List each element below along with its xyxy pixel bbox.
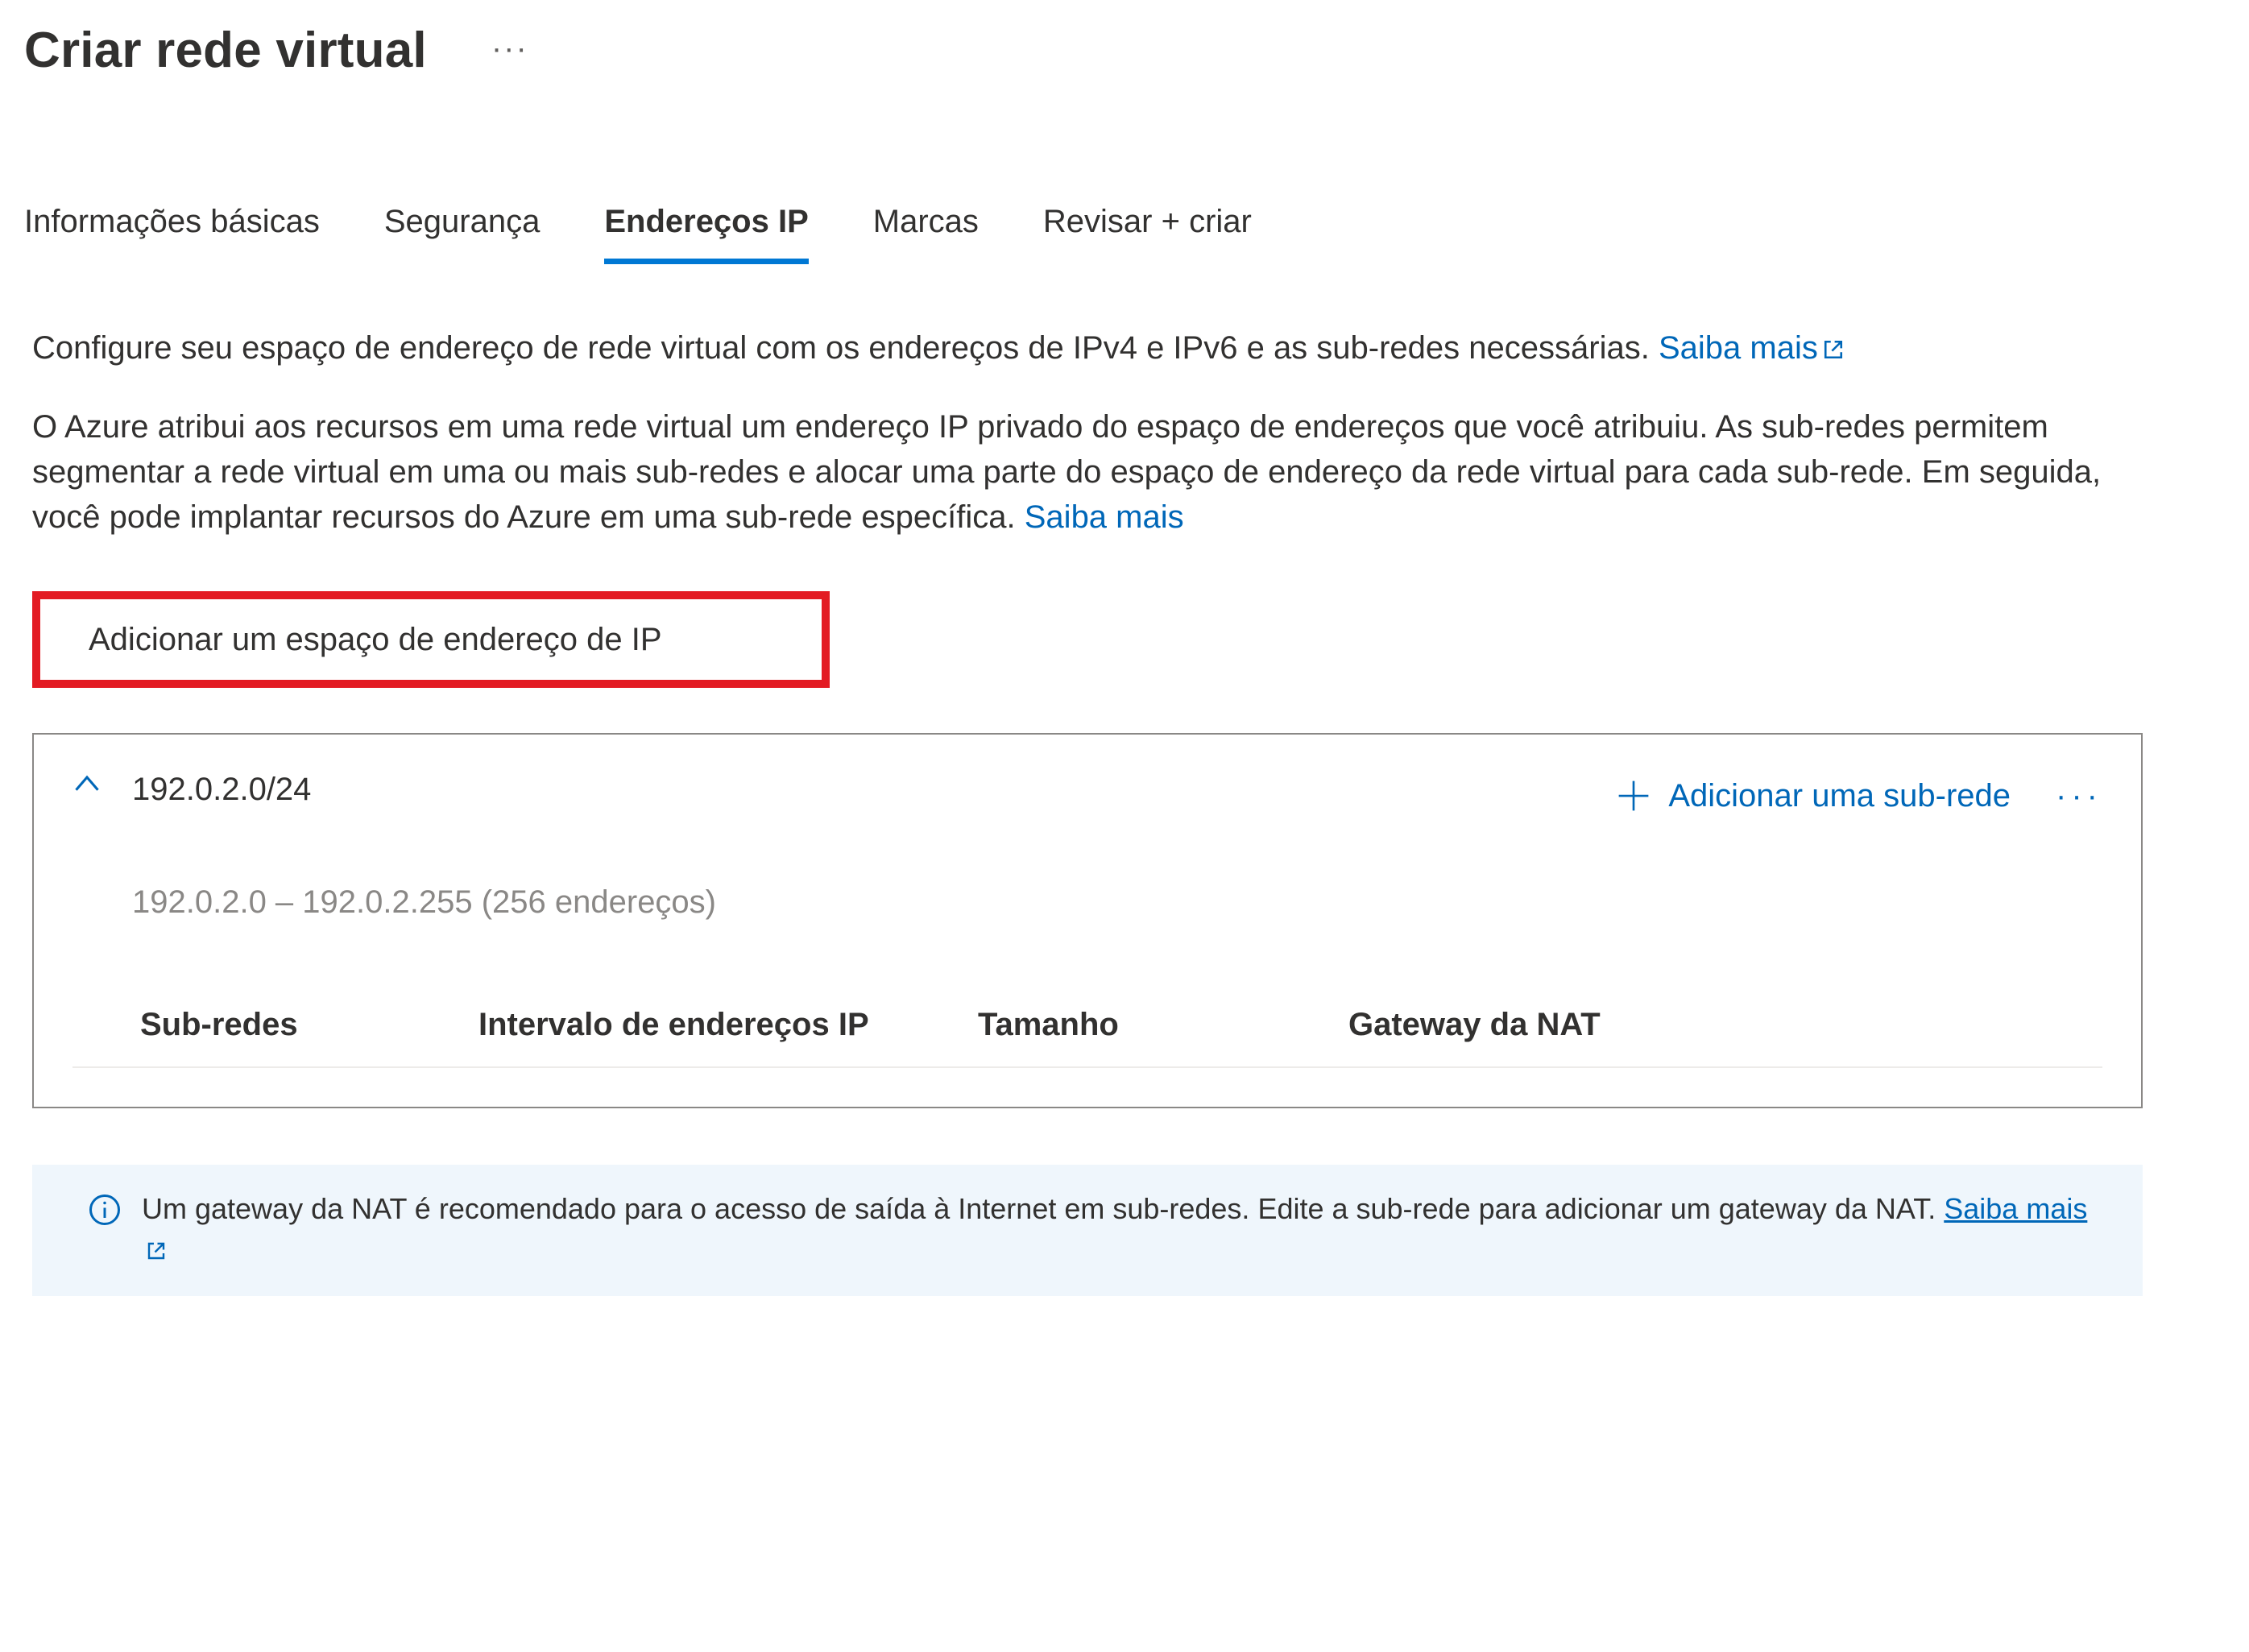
title-row: Criar rede virtual ···: [24, 16, 2225, 86]
add-ip-address-space-label: Adicionar um espaço de endereço de IP: [89, 622, 662, 657]
col-size: Tamanho: [978, 1002, 1284, 1047]
tab-content: Configure seu espaço de endereço de rede…: [24, 325, 2151, 1296]
info-icon: [89, 1194, 121, 1236]
address-space-header: 192.0.2.0/24 192.0.2.0 – 192.0.2.255 (25…: [72, 767, 2102, 1002]
learn-more-link-1[interactable]: Saiba mais: [1659, 330, 1844, 366]
intro-paragraph-1: Configure seu espaço de endereço de rede…: [32, 325, 2143, 372]
subnet-table-header: Sub-redes Intervalo de endereços IP Tama…: [72, 1002, 2102, 1068]
tab-bar: Informações básicas Segurança Endereços …: [24, 199, 2225, 264]
address-space-range: 192.0.2.0 – 192.0.2.255 (256 endereços): [132, 880, 1617, 925]
add-subnet-label: Adicionar uma sub-rede: [1668, 773, 2011, 818]
nat-info-message: Um gateway da NAT é recomendado para o a…: [142, 1192, 1944, 1225]
page-title: Criar rede virtual: [24, 16, 427, 86]
add-subnet-button[interactable]: Adicionar uma sub-rede: [1617, 773, 2011, 818]
nat-learn-more-label: Saiba mais: [1944, 1192, 2087, 1225]
tab-basics[interactable]: Informações básicas: [24, 199, 320, 264]
col-subnets: Sub-redes: [140, 1002, 414, 1047]
page-root: Criar rede virtual ··· Informações básic…: [0, 0, 2249, 1328]
address-space-info: 192.0.2.0/24 192.0.2.0 – 192.0.2.255 (25…: [132, 767, 1617, 1002]
tab-tags[interactable]: Marcas: [873, 199, 979, 264]
tab-security[interactable]: Segurança: [384, 199, 540, 264]
nat-info-banner: Um gateway da NAT é recomendado para o a…: [32, 1165, 2143, 1296]
add-ip-address-space-button[interactable]: Adicionar um espaço de endereço de IP: [32, 591, 830, 688]
learn-more-label-1: Saiba mais: [1659, 330, 1818, 366]
learn-more-link-2[interactable]: Saiba mais: [1025, 499, 1184, 535]
col-nat-gateway: Gateway da NAT: [1348, 1002, 1671, 1047]
address-space-cidr: 192.0.2.0/24: [132, 767, 1617, 812]
tab-ip-addresses[interactable]: Endereços IP: [604, 199, 808, 264]
more-actions-icon[interactable]: ···: [491, 26, 528, 76]
address-space-card: 192.0.2.0/24 192.0.2.0 – 192.0.2.255 (25…: [32, 733, 2143, 1108]
col-ip-range: Intervalo de endereços IP: [478, 1002, 913, 1047]
address-space-actions: Adicionar uma sub-rede ···: [1617, 767, 2102, 818]
chevron-up-icon[interactable]: [72, 770, 101, 809]
address-space-more-icon[interactable]: ···: [2056, 773, 2102, 818]
tab-review-create[interactable]: Revisar + criar: [1043, 199, 1252, 264]
nat-info-text: Um gateway da NAT é recomendado para o a…: [142, 1189, 2110, 1272]
intro-text-1: Configure seu espaço de endereço de rede…: [32, 330, 1659, 366]
external-link-icon: [1823, 327, 1844, 372]
external-link-icon: [147, 1231, 166, 1271]
intro-paragraph-2: O Azure atribui aos recursos em uma rede…: [32, 404, 2143, 540]
